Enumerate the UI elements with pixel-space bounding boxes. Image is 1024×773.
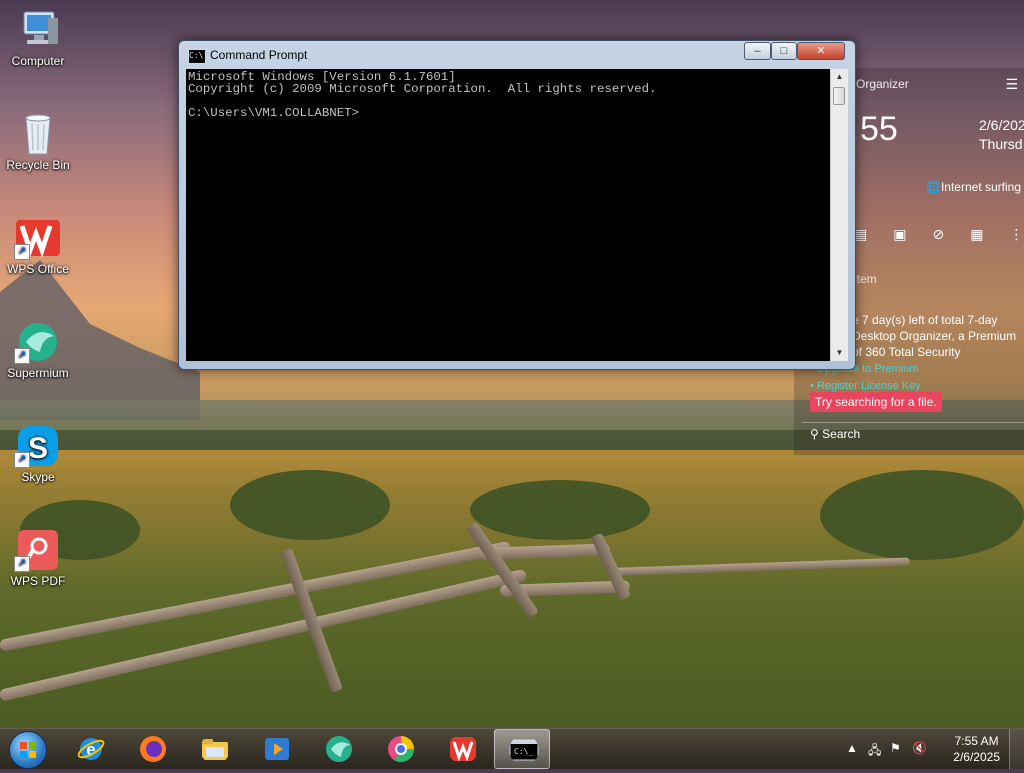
organizer-item-label: item	[854, 272, 877, 286]
window-titlebar[interactable]: C:\ Command Prompt – □ ✕	[179, 41, 855, 69]
wallpaper-bush	[820, 470, 1024, 560]
shortcut-arrow-icon: ↗	[14, 556, 30, 572]
recycle-bin-icon	[14, 112, 62, 156]
hide-icon[interactable]: ⊘	[932, 226, 970, 242]
organizer-network-status: 🌐Internet surfing	[926, 180, 1021, 194]
desktop-icon-wps-pdf[interactable]: ↗ WPS PDF	[0, 528, 76, 588]
file-explorer-icon	[202, 739, 228, 760]
scrollbar-thumb[interactable]	[833, 87, 845, 105]
wps-office-icon	[450, 737, 476, 762]
scroll-down-arrow-icon[interactable]: ▼	[831, 345, 848, 361]
wallpaper-bush	[470, 480, 650, 540]
cmd-icon: C:\_	[509, 739, 539, 761]
console-text[interactable]: Microsoft Windows [Version 6.1.7601] Copy…	[188, 71, 656, 119]
organizer-title: Organizer	[856, 77, 909, 91]
organizer-search-field[interactable]: ⚲ Search	[802, 422, 1024, 446]
register-license-label: Register License Key	[816, 380, 921, 392]
taskbar-command-prompt[interactable]: C:\_	[494, 729, 550, 769]
computer-icon	[14, 8, 62, 52]
image-icon[interactable]: ▣	[893, 226, 932, 242]
media-player-icon	[265, 738, 289, 760]
desktop-icon-label: WPS PDF	[10, 574, 66, 588]
desktop-icon-label: Computer	[11, 54, 65, 68]
windows-logo-icon	[9, 731, 47, 769]
desktop-icon-wps-office[interactable]: ↗ WPS Office	[0, 216, 76, 276]
desktop-icon-recycle-bin[interactable]: Recycle Bin	[0, 112, 76, 172]
svg-text:C:\_: C:\_	[514, 747, 533, 756]
vertical-scrollbar[interactable]: ▲ ▼	[830, 69, 848, 361]
taskbar-firefox[interactable]	[124, 729, 180, 769]
firefox-icon	[140, 736, 166, 762]
taskbar-supermium[interactable]	[310, 729, 366, 769]
console-prompt-line: C:\Users\VM1.COLLABNET>	[188, 106, 360, 120]
more-icon[interactable]: ⋮	[1009, 226, 1024, 242]
desktop-icon-label: Supermium	[7, 366, 69, 380]
command-prompt-window[interactable]: C:\ Command Prompt – □ ✕ Microsoft Windo…	[178, 40, 856, 370]
internet-explorer-icon: e	[77, 738, 105, 760]
show-desktop-button[interactable]	[1009, 729, 1024, 769]
shortcut-arrow-icon: ↗	[14, 348, 30, 364]
minimize-button[interactable]: –	[744, 42, 771, 60]
desktop-icon-computer[interactable]: Computer	[0, 8, 76, 68]
organizer-trial-notice: e 7 day(s) left of total 7-day Desktop O…	[852, 312, 1016, 360]
scroll-up-arrow-icon[interactable]: ▲	[831, 69, 848, 85]
action-center-flag-icon[interactable]: ⚑	[890, 741, 901, 755]
supermium-icon: ↗	[14, 320, 62, 364]
show-hidden-icons-chevron-icon[interactable]: ▲	[846, 741, 858, 755]
window-title: Command Prompt	[210, 48, 308, 62]
desktop-icon-label: WPS Office	[7, 262, 69, 276]
search-icon: ⚲	[810, 427, 819, 441]
taskbar-media-player[interactable]	[248, 729, 304, 769]
wps-pdf-icon: ↗	[14, 528, 62, 572]
organizer-day-value: Thursd	[979, 136, 1023, 152]
desktop-icon-supermium[interactable]: ↗ Supermium	[0, 320, 76, 380]
svg-text:S: S	[28, 432, 48, 465]
taskbar-wps-office[interactable]	[434, 729, 490, 769]
browser-icon	[388, 736, 415, 763]
globe-icon: 🌐	[926, 180, 941, 194]
shortcut-arrow-icon: ↗	[14, 244, 30, 260]
clock-time: 7:55 AM	[954, 734, 999, 748]
volume-muted-icon[interactable]: 🔇	[912, 741, 927, 755]
organizer-date-value: 2/6/202	[979, 117, 1024, 133]
desktop-icon-label: Recycle Bin	[6, 158, 70, 172]
menu-icon[interactable]: ☰	[1005, 76, 1018, 93]
organizer-network-label: Internet surfing	[940, 180, 1021, 194]
desktop-icon-skype[interactable]: S ↗ Skype	[0, 424, 76, 484]
calculator-icon[interactable]: ▦	[970, 226, 1009, 242]
notes-icon[interactable]: ▤	[854, 226, 893, 242]
trial-line: Desktop Organizer, a Premium	[852, 329, 1017, 343]
cmd-icon: C:\	[188, 49, 206, 64]
console-area[interactable]: Microsoft Windows [Version 6.1.7601] Copy…	[186, 69, 848, 361]
start-button[interactable]	[4, 729, 50, 769]
network-icon[interactable]: 🖧	[868, 741, 881, 762]
shortcut-arrow-icon: ↗	[14, 452, 30, 468]
taskbar: e C:\_ ▲ 🖧 ⚑ 🔇 7:55 AM 2/6/2025	[0, 728, 1024, 769]
supermium-icon	[326, 736, 352, 762]
console-line: Copyright (c) 2009 Microsoft Corporation…	[188, 82, 657, 96]
system-clock[interactable]: 7:55 AM 2/6/2025	[953, 733, 1000, 765]
trial-line: e 7 day(s) left of total 7-day	[852, 313, 998, 327]
taskbar-file-explorer[interactable]	[186, 729, 242, 769]
maximize-button[interactable]: □	[771, 42, 797, 60]
desktop-icon-label: Skype	[21, 470, 55, 484]
clock-date: 2/6/2025	[953, 750, 1000, 764]
register-license-link[interactable]: • Register License Key	[810, 380, 921, 392]
skype-icon: S ↗	[14, 424, 62, 468]
search-placeholder: Search	[822, 427, 861, 441]
search-tip-tooltip: Try searching for a file.	[810, 392, 942, 412]
organizer-toolbar: ▤▣⊘▦⋮	[854, 226, 1024, 243]
wallpaper-bush	[230, 470, 390, 540]
taskbar-browser[interactable]	[372, 729, 428, 769]
organizer-date: 2/6/202 Thursd	[979, 116, 1024, 154]
system-tray: ▲ 🖧 ⚑ 🔇 7:55 AM 2/6/2025	[824, 729, 1024, 769]
taskbar-internet-explorer[interactable]: e	[62, 729, 118, 769]
wps-office-icon: ↗	[14, 216, 62, 260]
organizer-time: 55	[860, 110, 898, 148]
trial-line: of 360 Total Security	[852, 345, 961, 359]
close-button[interactable]: ✕	[797, 42, 845, 60]
